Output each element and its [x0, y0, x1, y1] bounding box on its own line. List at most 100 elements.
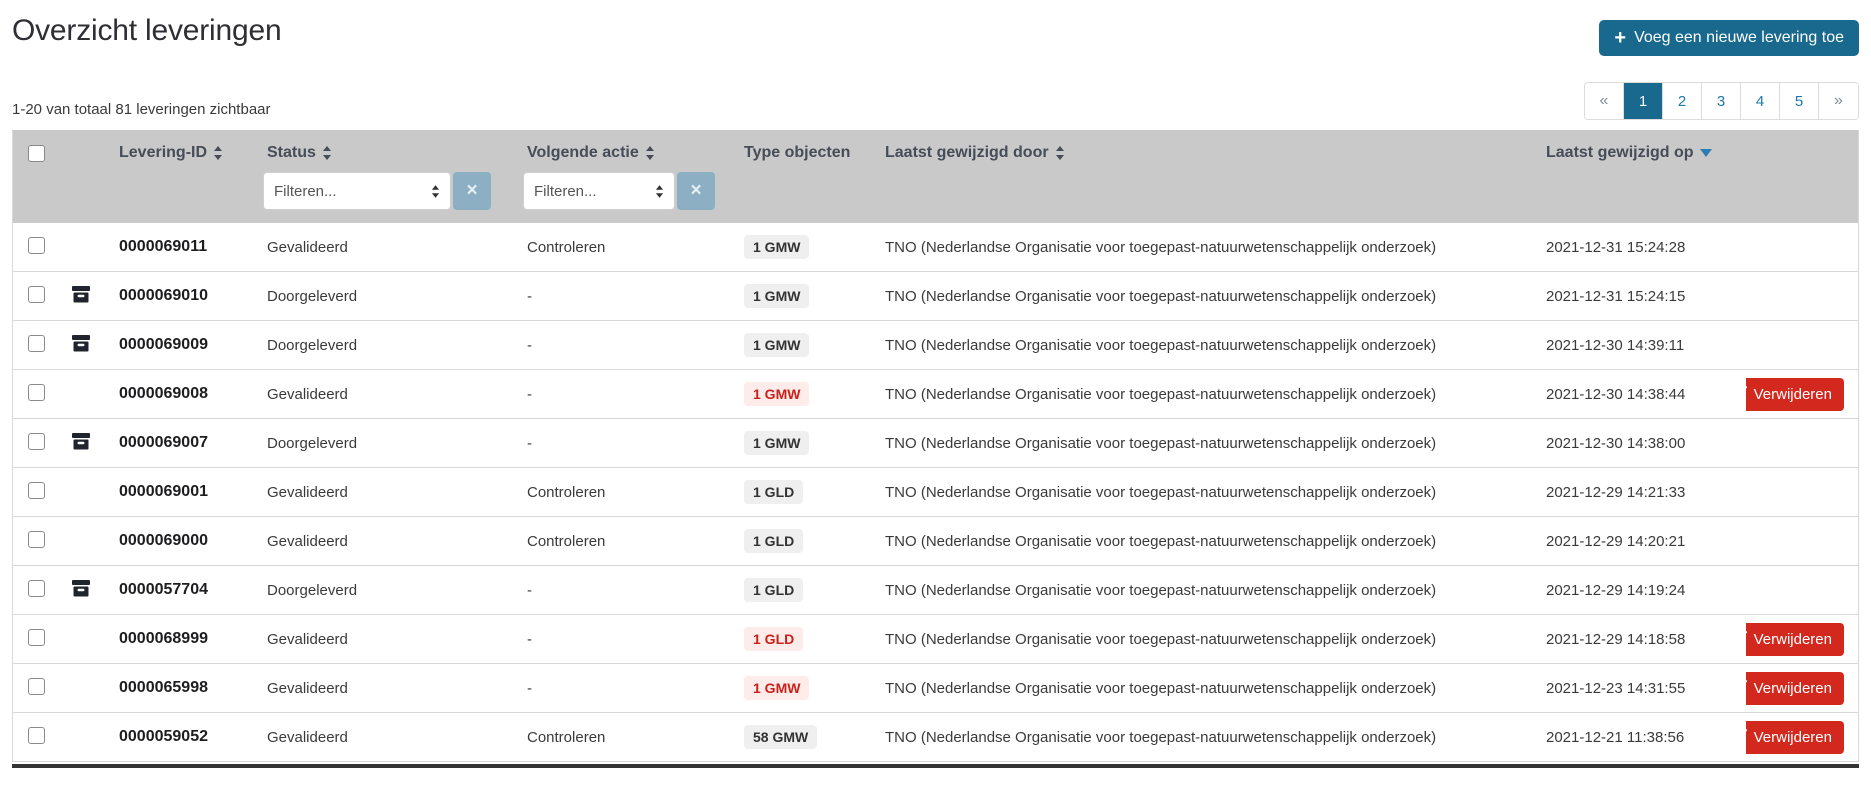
delete-button-label: Verwijderen	[1754, 386, 1832, 403]
row-checkbox[interactable]	[28, 678, 45, 695]
table-row: 0000069009 Doorgeleverd - 1 GMW TNO (Ned…	[13, 321, 1858, 370]
pagination-prev[interactable]: «	[1585, 83, 1624, 119]
next-action-value: -	[515, 631, 732, 648]
levering-id: 0000057704	[107, 581, 255, 599]
column-header-status[interactable]: Status	[255, 144, 515, 162]
pagination-page-4[interactable]: 4	[1741, 83, 1780, 119]
delete-button-label: Verwijderen	[1754, 631, 1832, 648]
column-header-type-objecten: Type objecten	[732, 144, 873, 162]
plus-icon: +	[1614, 31, 1626, 45]
delete-button[interactable]: Verwijderen	[1746, 721, 1844, 754]
pagination-next[interactable]: »	[1819, 83, 1858, 119]
page: Overzicht leveringen + Voeg een nieuwe l…	[0, 0, 1871, 768]
column-header-actions	[1746, 144, 1858, 162]
modified-on: 2021-12-29 14:18:58	[1534, 631, 1746, 648]
type-objecten-badge: 1 GMW	[744, 382, 809, 406]
table-row: 0000059052 Gevalideerd Controleren 58 GM…	[13, 713, 1858, 762]
select-all-checkbox[interactable]	[28, 145, 45, 162]
pagination-page-2[interactable]: 2	[1663, 83, 1702, 119]
row-checkbox[interactable]	[28, 335, 45, 352]
next-action-filter-clear-button[interactable]: ×	[677, 172, 715, 210]
modified-by: TNO (Nederlandse Organisatie voor toegep…	[873, 386, 1534, 403]
delete-button-label: Verwijderen	[1754, 680, 1832, 697]
type-objecten-badge: 1 GMW	[744, 676, 809, 700]
type-objecten-badge: 58 GMW	[744, 725, 817, 749]
levering-id: 0000069001	[107, 483, 255, 501]
table-row: 0000069000 Gevalideerd Controleren 1 GLD…	[13, 517, 1858, 566]
modified-by: TNO (Nederlandse Organisatie voor toegep…	[873, 631, 1534, 648]
modified-on: 2021-12-30 14:38:44	[1534, 386, 1746, 403]
trash-icon	[1746, 629, 1747, 649]
modified-by: TNO (Nederlandse Organisatie voor toegep…	[873, 435, 1534, 452]
select-arrows-icon	[431, 185, 440, 198]
sort-icon	[645, 146, 655, 160]
pagination-page-1[interactable]: 1	[1624, 83, 1663, 119]
clear-icon: ×	[466, 180, 477, 202]
row-checkbox[interactable]	[28, 727, 45, 744]
column-header-levering-id[interactable]: Levering-ID	[107, 144, 255, 162]
next-action-value: -	[515, 288, 732, 305]
levering-id: 0000059052	[107, 728, 255, 746]
modified-on: 2021-12-31 15:24:15	[1534, 288, 1746, 305]
sort-desc-icon	[1700, 149, 1712, 157]
header-label-row: Levering-ID Status Volgende actie Type o…	[13, 144, 1858, 162]
column-header-laatst-gewijzigd-door[interactable]: Laatst gewijzigd door	[873, 144, 1534, 162]
levering-id: 0000069010	[107, 287, 255, 305]
subbar: 1-20 van totaal 81 leveringen zichtbaar …	[12, 82, 1859, 120]
column-header-laatst-gewijzigd-op[interactable]: Laatst gewijzigd op	[1534, 144, 1746, 162]
sort-icon	[213, 146, 223, 160]
levering-id: 0000069011	[107, 238, 255, 256]
next-action-value: Controleren	[515, 239, 732, 256]
add-delivery-button[interactable]: + Voeg een nieuwe levering toe	[1599, 20, 1859, 56]
column-header-archive	[59, 144, 107, 162]
trash-icon	[1746, 678, 1747, 698]
pagination-page-5[interactable]: 5	[1780, 83, 1819, 119]
status-value: Gevalideerd	[255, 729, 515, 746]
trash-icon	[1746, 727, 1747, 747]
type-objecten-badge: 1 GMW	[744, 284, 809, 308]
delete-button[interactable]: Verwijderen	[1746, 378, 1844, 411]
status-filter-value: Filteren...	[274, 183, 337, 200]
row-checkbox[interactable]	[28, 286, 45, 303]
column-header-volgende-actie[interactable]: Volgende actie	[515, 144, 732, 162]
type-objecten-badge: 1 GLD	[744, 578, 803, 602]
delete-button[interactable]: Verwijderen	[1746, 672, 1844, 705]
levering-id: 0000069008	[107, 385, 255, 403]
status-filter-clear-button[interactable]: ×	[453, 172, 491, 210]
levering-id: 0000069000	[107, 532, 255, 550]
row-checkbox[interactable]	[28, 237, 45, 254]
delete-button[interactable]: Verwijderen	[1746, 623, 1844, 656]
results-summary: 1-20 van totaal 81 leveringen zichtbaar	[12, 101, 271, 120]
row-checkbox[interactable]	[28, 482, 45, 499]
row-checkbox[interactable]	[28, 531, 45, 548]
table-row: 0000068999 Gevalideerd - 1 GLD TNO (Nede…	[13, 615, 1858, 664]
archive-icon	[71, 284, 91, 304]
next-action-value: -	[515, 582, 732, 599]
modified-on: 2021-12-30 14:39:11	[1534, 337, 1746, 354]
next-action-value: Controleren	[515, 729, 732, 746]
next-action-value: Controleren	[515, 484, 732, 501]
next-action-value: -	[515, 386, 732, 403]
row-checkbox[interactable]	[28, 580, 45, 597]
row-checkbox[interactable]	[28, 629, 45, 646]
next-action-filter-select[interactable]: Filteren...	[523, 172, 675, 210]
modified-by: TNO (Nederlandse Organisatie voor toegep…	[873, 582, 1534, 599]
modified-on: 2021-12-30 14:38:00	[1534, 435, 1746, 452]
header-filter-row: Filteren... × Filteren... ×	[13, 172, 1858, 210]
row-checkbox[interactable]	[28, 433, 45, 450]
add-delivery-button-label: Voeg een nieuwe levering toe	[1634, 29, 1844, 47]
type-objecten-badge: 1 GLD	[744, 480, 803, 504]
levering-id: 0000069009	[107, 336, 255, 354]
pagination: «12345»	[1584, 82, 1859, 120]
status-filter-select[interactable]: Filteren...	[263, 172, 451, 210]
sort-icon	[322, 146, 332, 160]
pagination-page-3[interactable]: 3	[1702, 83, 1741, 119]
next-action-value: Controleren	[515, 533, 732, 550]
modified-by: TNO (Nederlandse Organisatie voor toegep…	[873, 239, 1534, 256]
modified-by: TNO (Nederlandse Organisatie voor toegep…	[873, 680, 1534, 697]
clear-icon: ×	[690, 180, 701, 202]
modified-on: 2021-12-29 14:21:33	[1534, 484, 1746, 501]
row-checkbox[interactable]	[28, 384, 45, 401]
levering-id: 0000068999	[107, 630, 255, 648]
levering-id: 0000065998	[107, 679, 255, 697]
